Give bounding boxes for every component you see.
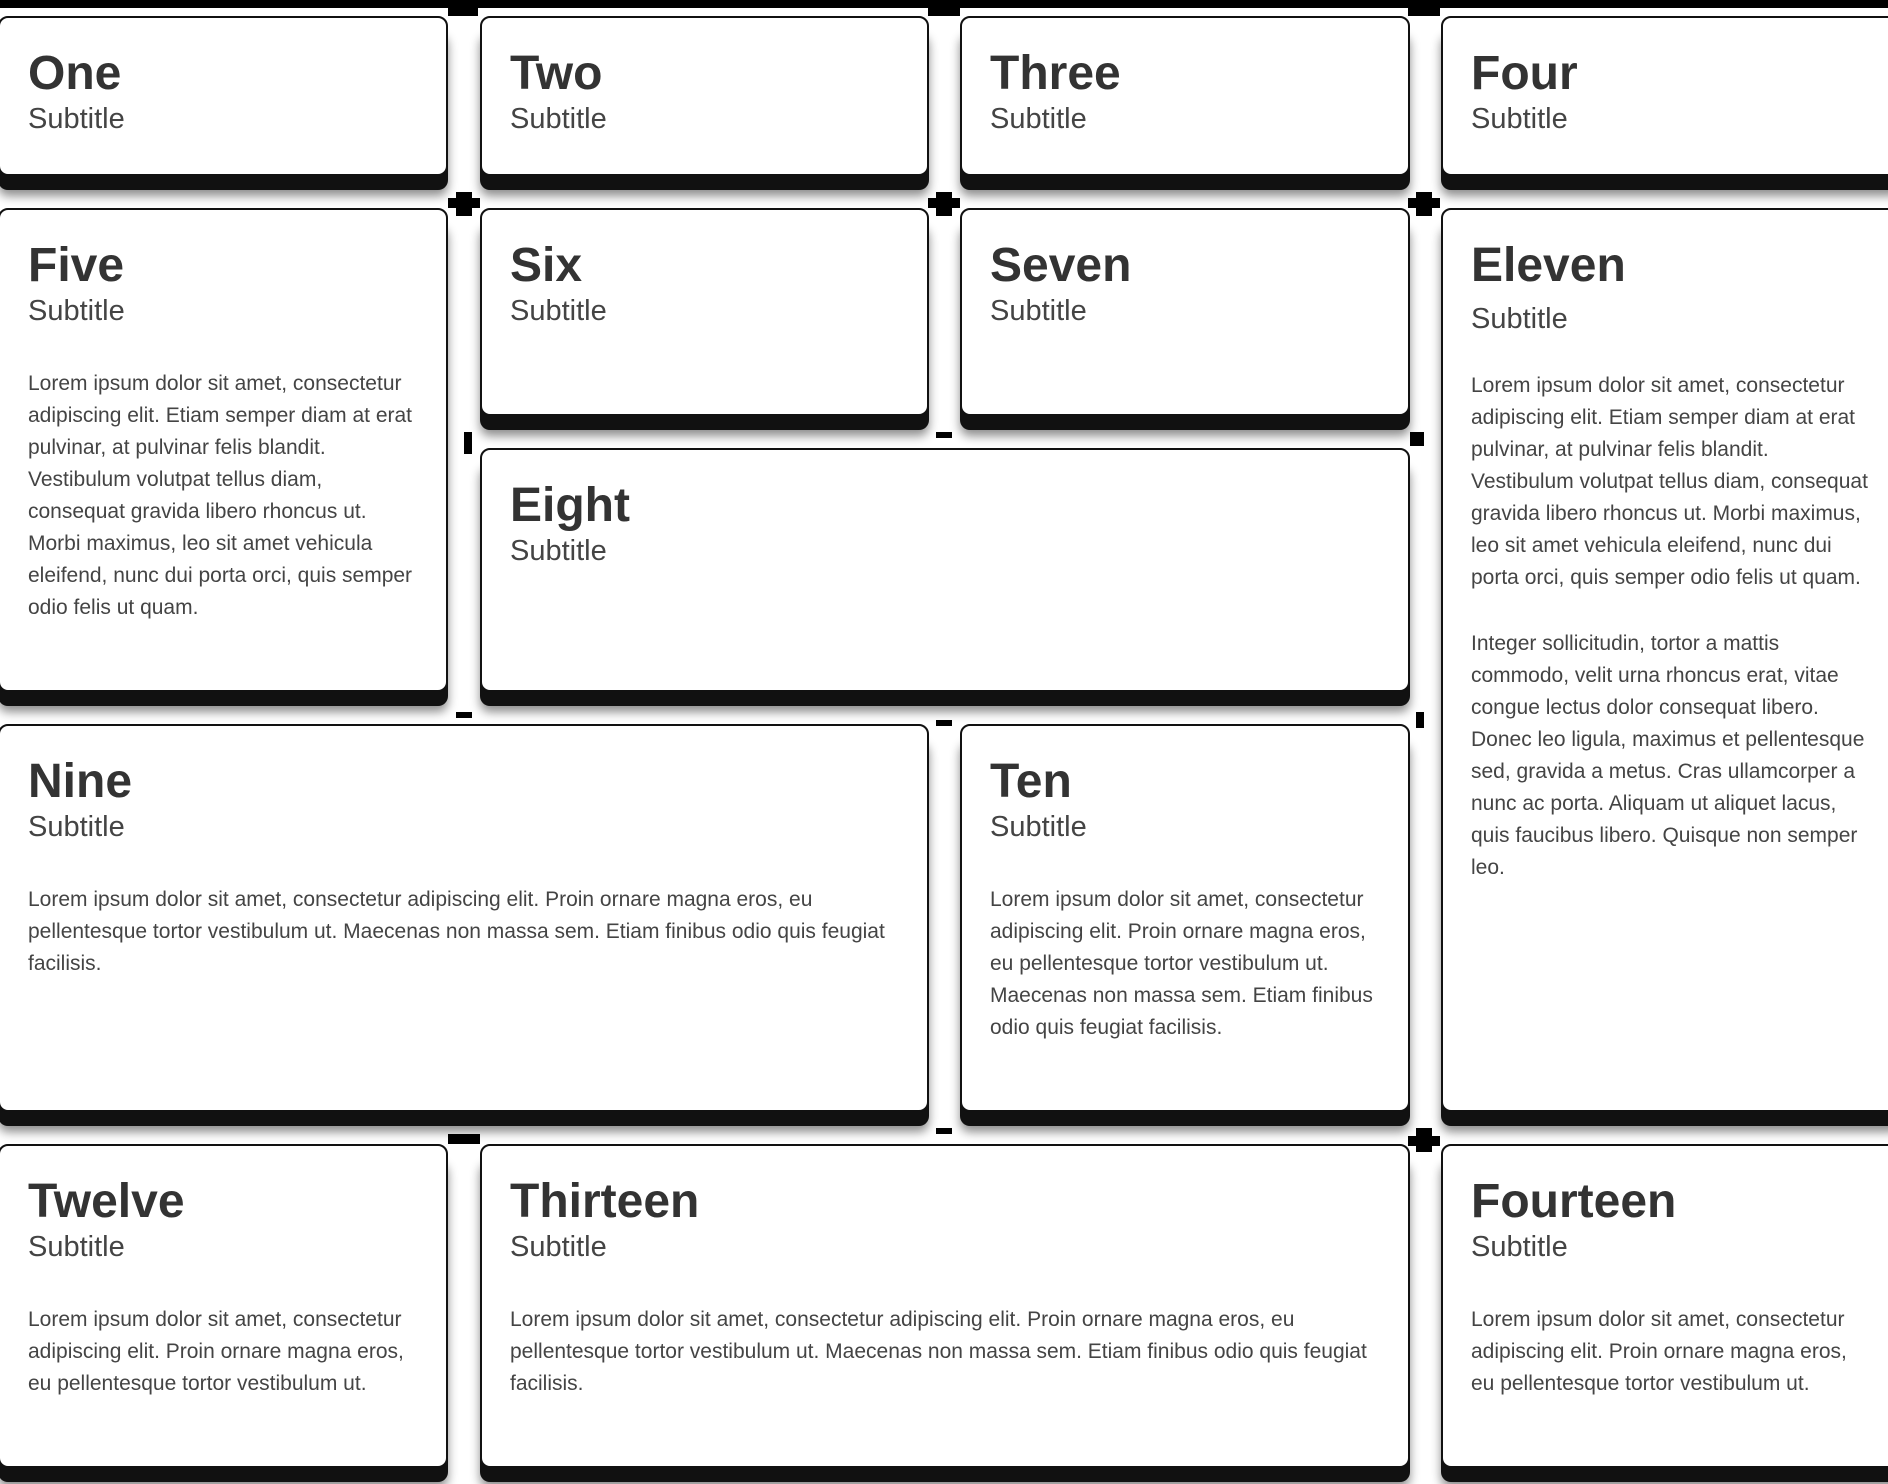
card-grid-page: One Subtitle Two Subtitle Three Subtitle… xyxy=(0,0,1888,1484)
card-four: Four Subtitle xyxy=(1441,16,1888,176)
gutter-mark xyxy=(1408,1136,1440,1146)
card-body: Lorem ipsum dolor sit amet, consectetur … xyxy=(510,1308,1367,1395)
card-title: Eight xyxy=(510,479,630,532)
card-title: Four xyxy=(1471,47,1578,100)
gutter-mark xyxy=(448,8,478,16)
card-subtitle: Subtitle xyxy=(990,295,1087,327)
card-title: One xyxy=(28,47,122,100)
gutter-mark xyxy=(936,1128,952,1134)
gutter-mark xyxy=(1416,712,1424,728)
card-three: Three Subtitle xyxy=(960,16,1410,176)
gutter-mark xyxy=(448,198,480,208)
card-subtitle: Subtitle xyxy=(1471,1231,1568,1263)
card-title: Ten xyxy=(990,755,1072,808)
card-title: Six xyxy=(510,239,583,292)
card-nine: Nine Subtitle Lorem ipsum dolor sit amet… xyxy=(0,724,929,1112)
gutter-mark xyxy=(936,432,952,438)
card-title: Seven xyxy=(990,239,1132,292)
card-body: Integer sollicitudin, tortor a mattis co… xyxy=(1471,632,1865,879)
card-subtitle: Subtitle xyxy=(510,1231,607,1263)
card-fourteen: Fourteen Subtitle Lorem ipsum dolor sit … xyxy=(1441,1144,1888,1468)
card-title: Twelve xyxy=(28,1175,185,1228)
card-title: Three xyxy=(990,47,1121,100)
card-body: Lorem ipsum dolor sit amet, consectetur … xyxy=(28,1308,404,1395)
card-subtitle: Subtitle xyxy=(990,811,1087,843)
card-subtitle: Subtitle xyxy=(1471,103,1568,135)
card-body: Lorem ipsum dolor sit amet, consectetur … xyxy=(28,372,413,619)
card-eleven: Eleven Subtitle Lorem ipsum dolor sit am… xyxy=(1441,208,1888,1112)
card-seven: Seven Subtitle xyxy=(960,208,1410,416)
card-title: Fourteen xyxy=(1471,1175,1677,1228)
card-title: Nine xyxy=(28,755,133,808)
card-subtitle: Subtitle xyxy=(28,811,125,843)
card-body: Lorem ipsum dolor sit amet, consectetur … xyxy=(1471,374,1868,589)
card-subtitle: Subtitle xyxy=(510,103,607,135)
card-one: One Subtitle xyxy=(0,16,448,176)
card-twelve: Twelve Subtitle Lorem ipsum dolor sit am… xyxy=(0,1144,448,1468)
gutter-mark xyxy=(464,432,472,454)
gutter-mark xyxy=(456,712,472,718)
gutter-mark xyxy=(1410,432,1424,446)
card-six: Six Subtitle xyxy=(480,208,929,416)
card-title: Two xyxy=(510,47,603,100)
card-two: Two Subtitle xyxy=(480,16,929,176)
card-eight: Eight Subtitle xyxy=(480,448,1410,692)
gutter-mark xyxy=(936,720,952,726)
card-title: Eleven xyxy=(1471,239,1626,292)
card-body: Lorem ipsum dolor sit amet, consectetur … xyxy=(990,888,1373,1039)
gutter-mark xyxy=(448,1134,480,1144)
card-subtitle: Subtitle xyxy=(28,103,125,135)
card-title: Thirteen xyxy=(510,1175,700,1228)
gutter-mark xyxy=(928,8,960,16)
card-body: Lorem ipsum dolor sit amet, consectetur … xyxy=(1471,1308,1847,1395)
card-subtitle: Subtitle xyxy=(1471,303,1568,335)
card-subtitle: Subtitle xyxy=(990,103,1087,135)
card-title: Five xyxy=(28,239,125,292)
gutter-mark xyxy=(1408,8,1440,16)
card-body: Lorem ipsum dolor sit amet, consectetur … xyxy=(28,888,885,975)
top-border xyxy=(0,0,1888,8)
card-thirteen: Thirteen Subtitle Lorem ipsum dolor sit … xyxy=(480,1144,1410,1468)
card-subtitle: Subtitle xyxy=(510,295,607,327)
card-ten: Ten Subtitle Lorem ipsum dolor sit amet,… xyxy=(960,724,1410,1112)
card-subtitle: Subtitle xyxy=(28,295,125,327)
card-five: Five Subtitle Lorem ipsum dolor sit amet… xyxy=(0,208,448,692)
gutter-mark xyxy=(1408,198,1440,208)
gutter-mark xyxy=(928,198,960,208)
card-subtitle: Subtitle xyxy=(510,535,607,567)
card-subtitle: Subtitle xyxy=(28,1231,125,1263)
